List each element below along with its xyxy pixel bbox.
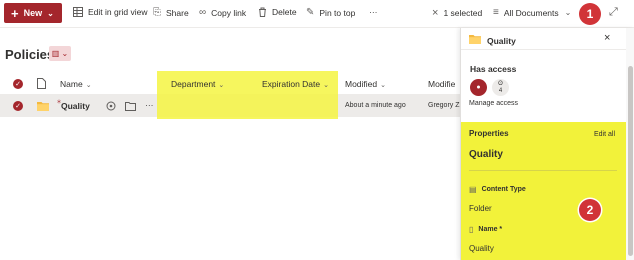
row-modified: About a minute ago [345, 102, 406, 109]
has-access-heading: Has access [470, 64, 517, 74]
library-view-icon[interactable]: ▥ ⌄ [49, 46, 71, 61]
name-field-label-text: Name * [478, 226, 503, 233]
name-field-label: ▯ Name * [469, 225, 502, 234]
clear-selection-button[interactable]: × 1 selected [432, 7, 482, 19]
name-field-value[interactable]: Quality [469, 244, 494, 253]
delete-button[interactable]: Delete [258, 7, 297, 17]
file-type-icon [37, 78, 46, 89]
row-checkbox[interactable]: ✓ [13, 101, 23, 111]
callout-badge-2: 2 [579, 199, 601, 221]
row-modified-by: Gregory Z [428, 102, 460, 109]
details-panel: Quality × Has access ● ʘ 4 Manage access… [460, 28, 634, 260]
view-options-icon: ≡ [493, 7, 499, 18]
folder-icon [469, 35, 481, 44]
more-commands-button[interactable]: ··· [369, 7, 378, 17]
group-avatar-icon[interactable]: ● [470, 79, 487, 96]
row-more-button[interactable]: ··· [145, 100, 154, 110]
column-header-department[interactable]: Department ⌄ [171, 79, 224, 89]
callout-badge-1: 1 [579, 3, 601, 25]
column-department-label: Department [171, 79, 216, 89]
pin-to-top-label: Pin to top [319, 7, 356, 18]
page-title: Policies [5, 47, 55, 62]
properties-item-name: Quality [469, 149, 503, 160]
folder-details-icon[interactable] [125, 101, 136, 111]
column-header-modified[interactable]: Modified ⌄ [345, 79, 386, 89]
content-type-value[interactable]: Folder [469, 204, 492, 213]
column-header-name[interactable]: Name ⌄ [60, 79, 92, 89]
share-button[interactable]: ⎘ Share [153, 7, 189, 18]
member-count: 4 [498, 87, 503, 94]
grid-icon [73, 7, 83, 17]
share-icon[interactable] [106, 101, 116, 111]
document-icon: ▯ [469, 225, 474, 234]
expand-icon: ⤢ [609, 6, 618, 18]
pin-to-top-button[interactable]: ✎ Pin to top [306, 7, 355, 18]
copy-link-button[interactable]: ∞ Copy link [199, 7, 246, 18]
divider [469, 170, 617, 171]
properties-section: Properties Edit all Quality ▤ Content Ty… [461, 122, 627, 260]
new-button[interactable]: + New ⌄ [4, 3, 62, 23]
view-switcher-label: All Documents [503, 7, 559, 18]
properties-heading: Properties [469, 129, 509, 138]
trash-icon [259, 7, 266, 17]
new-button-label: New [23, 8, 43, 18]
column-name-label: Name [60, 79, 83, 89]
content-type-icon: ▤ [469, 185, 477, 194]
chevron-down-icon: ⌄ [218, 82, 225, 89]
column-expiration-label: Expiration Date [262, 79, 321, 89]
edit-grid-view-label: Edit in grid view [88, 7, 148, 17]
column-modified-by-label: Modifie [428, 79, 456, 89]
content-type-label-text: Content Type [481, 186, 526, 193]
chevron-down-icon: ⌄ [380, 82, 387, 89]
chevron-down-icon: ⌄ [47, 8, 54, 18]
share-label: Share [166, 7, 189, 18]
command-bar: + New ⌄ Edit in grid view ⎘ Share ∞ Copy… [0, 0, 634, 28]
chevron-down-icon: ⌄ [564, 8, 572, 17]
members-avatar[interactable]: ʘ 4 [492, 79, 509, 96]
panel-title: Quality [487, 36, 516, 46]
select-all-checkbox[interactable]: ✓ [13, 79, 23, 89]
folder-icon [37, 102, 49, 111]
plus-icon: + [11, 5, 19, 21]
delete-label: Delete [272, 7, 297, 17]
edit-grid-view-button[interactable]: Edit in grid view [73, 7, 148, 17]
edit-all-link[interactable]: Edit all [594, 131, 615, 138]
chevron-down-icon: ⌄ [85, 82, 92, 89]
close-icon: × [432, 7, 439, 19]
chevron-down-icon: ⌄ [323, 82, 329, 89]
pin-icon: ✎ [306, 7, 315, 18]
row-name-link[interactable]: Quality [61, 101, 90, 111]
new-item-icon: ⁎ [57, 96, 61, 105]
view-switcher[interactable]: ≡ All Documents ⌄ [493, 7, 571, 18]
share-icon: ⎘ [153, 7, 161, 18]
content-type-label: ▤ Content Type [469, 185, 526, 194]
column-modified-label: Modified [345, 79, 378, 89]
more-commands-label: ··· [369, 7, 378, 17]
panel-scrollbar-thumb[interactable] [628, 66, 633, 256]
panel-header: Quality × [461, 28, 634, 50]
people-icon: ʘ [498, 80, 503, 87]
link-icon: ∞ [199, 7, 207, 18]
expand-button[interactable]: ⤢ [609, 6, 623, 19]
selected-count: 1 selected [443, 8, 483, 18]
copy-link-label: Copy link [211, 7, 247, 18]
manage-access-link[interactable]: Manage access [469, 100, 518, 107]
column-header-modified-by[interactable]: Modifie [428, 79, 455, 89]
close-panel-icon[interactable]: × [604, 32, 610, 44]
column-header-expiration-date[interactable]: Expiration Date ⌄ [262, 79, 329, 89]
